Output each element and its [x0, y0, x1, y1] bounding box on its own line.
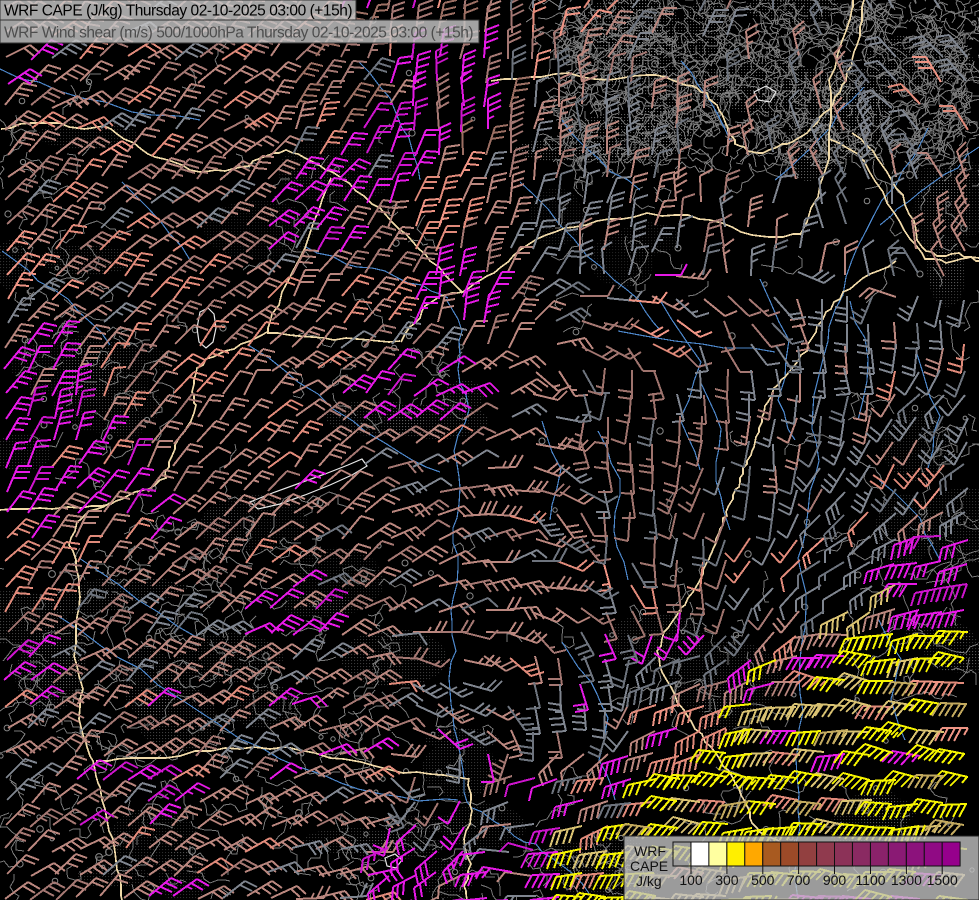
svg-text:300: 300: [715, 872, 739, 888]
svg-text:100: 100: [679, 872, 703, 888]
svg-text:900: 900: [823, 872, 847, 888]
svg-text:1100: 1100: [855, 872, 885, 888]
svg-text:WRF: WRF: [634, 843, 666, 859]
svg-text:700: 700: [787, 872, 811, 888]
svg-text:J/kg: J/kg: [636, 873, 662, 889]
svg-text:1300: 1300: [891, 872, 922, 888]
svg-text:500: 500: [751, 872, 775, 888]
svg-text:WRF CAPE (J/kg) Thursday 02-10: WRF CAPE (J/kg) Thursday 02-10-2025 03:0…: [4, 3, 352, 20]
svg-text:1500: 1500: [927, 872, 958, 888]
svg-text:WRF Wind shear (m/s) 500/1000h: WRF Wind shear (m/s) 500/1000hPa Thursda…: [4, 25, 473, 42]
svg-text:CAPE: CAPE: [630, 858, 668, 874]
